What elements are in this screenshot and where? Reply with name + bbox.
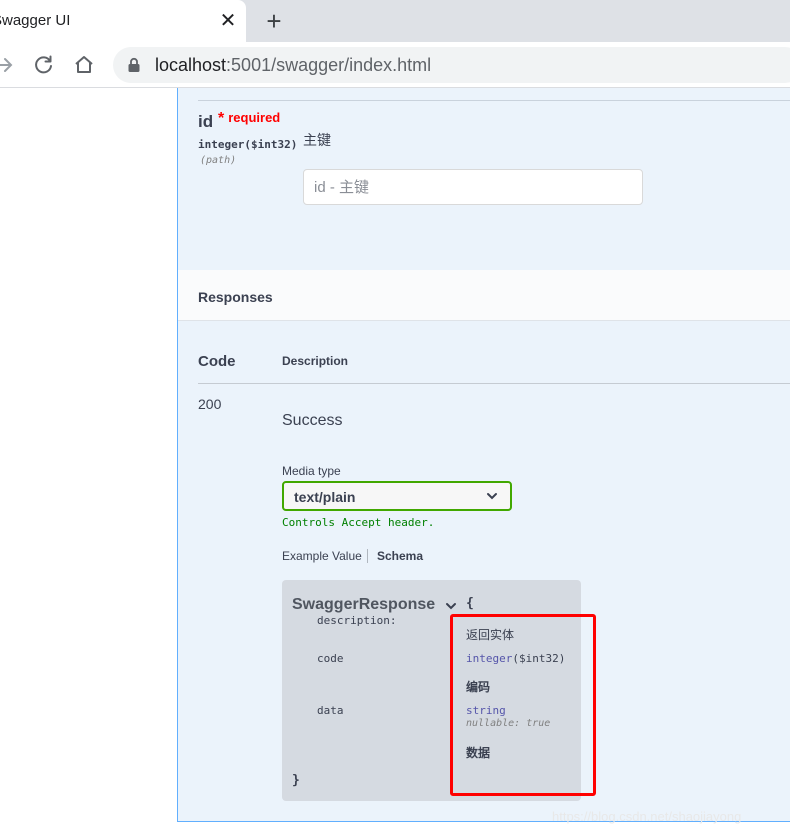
url-host: localhost [155,55,227,75]
property-description-text: 返回实体 [466,628,515,642]
property-type-code: integer($int32) [466,652,565,665]
response-description: Success [282,412,343,429]
nullable-label: nullable: [466,718,521,729]
parameter-description: 主键 [303,132,331,148]
responses-table-divider [198,383,790,384]
model-open-brace: { [466,596,474,611]
column-header-description: Description [282,354,349,368]
property-name-description: description: [317,614,397,627]
property-type-code-name: integer [466,652,513,665]
chevron-down-icon[interactable] [445,601,457,611]
operation-block: id *required integer($int32) (path) 主键 R… [177,88,790,822]
tab-title: Swagger UI [0,12,71,29]
browser-toolbar: localhost:5001/swagger/index.html [0,42,790,88]
property-type-data-name: string [466,704,506,717]
watermark: https://blog.csdn.net/shaojiayong [552,809,742,824]
parameters-divider [198,100,790,101]
id-input[interactable] [303,169,643,205]
required-label: required [228,110,281,125]
url-path: :5001/swagger/index.html [226,55,432,75]
column-header-code: Code [198,353,236,370]
media-type-value: text/plain [294,489,356,505]
nullable-value: true [526,718,551,729]
property-name-data: data [317,704,344,717]
media-type-label: Media type [282,464,341,478]
parameter-location: (path) [200,155,237,166]
browser-tab-bar: Swagger UI ✕ + [0,0,790,42]
model-name[interactable]: SwaggerResponse [292,596,435,614]
media-type-select[interactable]: text/plain [282,481,512,511]
property-type-code-format: ($int32) [512,652,566,665]
property-code-description: 编码 [466,680,491,694]
parameter-name: id [198,112,214,131]
lock-icon[interactable] [127,57,141,73]
parameter-type: integer($int32) [198,138,297,151]
property-type-data: string [466,704,506,717]
responses-header: Responses [178,270,790,321]
required-badge: * required [218,110,280,128]
chevron-down-icon [487,493,497,500]
media-type-hint: Controls Accept header. [282,516,435,529]
model-close-brace: } [292,773,300,788]
forward-icon[interactable] [0,52,18,78]
response-code: 200 [198,396,222,412]
close-icon[interactable]: ✕ [218,11,238,31]
responses-title: Responses [198,289,273,305]
tab-schema[interactable]: Schema [377,549,423,563]
parameter-type-name: integer [198,138,245,151]
required-star: * [218,110,225,127]
address-bar[interactable]: localhost:5001/swagger/index.html [113,47,790,83]
reload-icon[interactable] [31,52,57,78]
url-text[interactable]: localhost:5001/swagger/index.html [155,55,431,76]
tab-example-value[interactable]: Example Value [282,549,368,563]
property-data-description: 数据 [466,746,491,760]
browser-tab[interactable]: Swagger UI ✕ [0,0,246,42]
parameter-type-format: ($int32) [244,138,298,151]
home-icon[interactable] [71,52,97,78]
property-data-nullable: nullable: true [466,718,550,729]
new-tab-icon[interactable]: + [262,8,286,34]
property-name-code: code [317,652,344,665]
schema-model-box: SwaggerResponse { description: 返回实体 code… [282,580,581,801]
